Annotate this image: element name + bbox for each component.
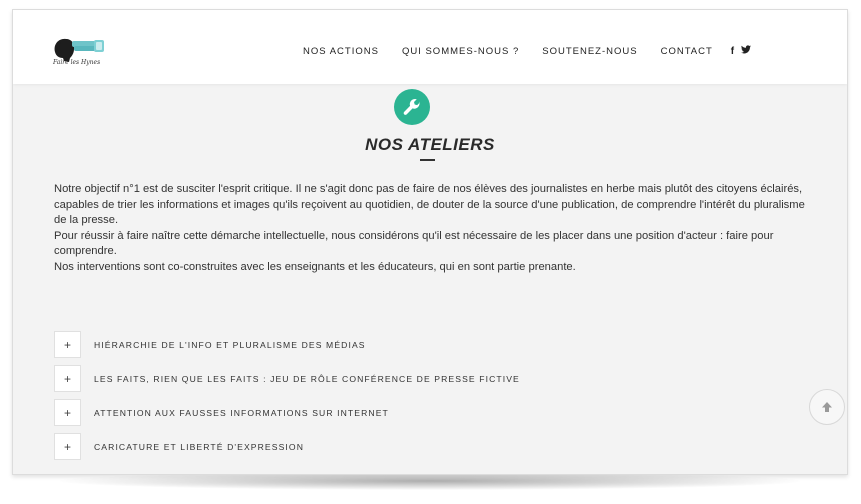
section-badge	[394, 89, 430, 125]
page-frame: Faire les Hynes NOS ACTIONS QUI SOMMES-N…	[12, 9, 848, 475]
expand-button[interactable]: +	[54, 399, 81, 426]
workshop-accordion: + HIÉRARCHIE DE L'INFO ET PLURALISME DES…	[54, 331, 814, 467]
accordion-item[interactable]: + HIÉRARCHIE DE L'INFO ET PLURALISME DES…	[54, 331, 814, 358]
wrench-icon	[403, 98, 420, 115]
main-content: NOS ATELIERS Notre objectif n°1 est de s…	[13, 84, 847, 474]
expand-button[interactable]: +	[54, 365, 81, 392]
intro-paragraph: Nos interventions sont co-construites av…	[54, 260, 576, 273]
nav-item-soutenez-nous[interactable]: SOUTENEZ-NOUS	[542, 46, 637, 57]
nav-item-qui-sommes-nous[interactable]: QUI SOMMES-NOUS ?	[402, 46, 519, 57]
expand-button[interactable]: +	[54, 433, 81, 460]
main-nav: NOS ACTIONS QUI SOMMES-NOUS ? SOUTENEZ-N…	[303, 43, 752, 59]
site-header: Faire les Hynes NOS ACTIONS QUI SOMMES-N…	[13, 10, 847, 84]
accordion-item[interactable]: + LES FAITS, RIEN QUE LES FAITS : JEU DE…	[54, 365, 814, 392]
accordion-item[interactable]: + ATTENTION AUX FAUSSES INFORMATIONS SUR…	[54, 399, 814, 426]
intro-text: Notre objectif n°1 est de susciter l'esp…	[54, 182, 814, 276]
section-title: NOS ATELIERS	[365, 135, 495, 154]
intro-paragraph: Pour réussir à faire naître cette démarc…	[54, 229, 774, 258]
social-links: f	[731, 45, 752, 57]
intro-paragraph: Notre objectif n°1 est de susciter l'esp…	[54, 183, 805, 227]
facebook-icon[interactable]: f	[731, 46, 734, 57]
expand-button[interactable]: +	[54, 331, 81, 358]
accordion-item[interactable]: + CARICATURE ET LIBERTÉ D'EXPRESSION	[54, 433, 814, 460]
twitter-icon[interactable]	[741, 45, 752, 57]
scroll-to-top-button[interactable]	[809, 389, 845, 425]
title-underline	[420, 159, 435, 161]
accordion-item-label[interactable]: ATTENTION AUX FAUSSES INFORMATIONS SUR I…	[94, 408, 389, 418]
accordion-item-label[interactable]: LES FAITS, RIEN QUE LES FAITS : JEU DE R…	[94, 374, 520, 384]
logo-text: Faire les Hynes	[53, 59, 101, 66]
accordion-item-label[interactable]: CARICATURE ET LIBERTÉ D'EXPRESSION	[94, 442, 304, 452]
accordion-item-label[interactable]: HIÉRARCHIE DE L'INFO ET PLURALISME DES M…	[94, 340, 366, 350]
nav-item-nos-actions[interactable]: NOS ACTIONS	[303, 46, 379, 57]
nav-item-contact[interactable]: CONTACT	[661, 46, 713, 57]
arrow-up-icon	[822, 402, 832, 412]
